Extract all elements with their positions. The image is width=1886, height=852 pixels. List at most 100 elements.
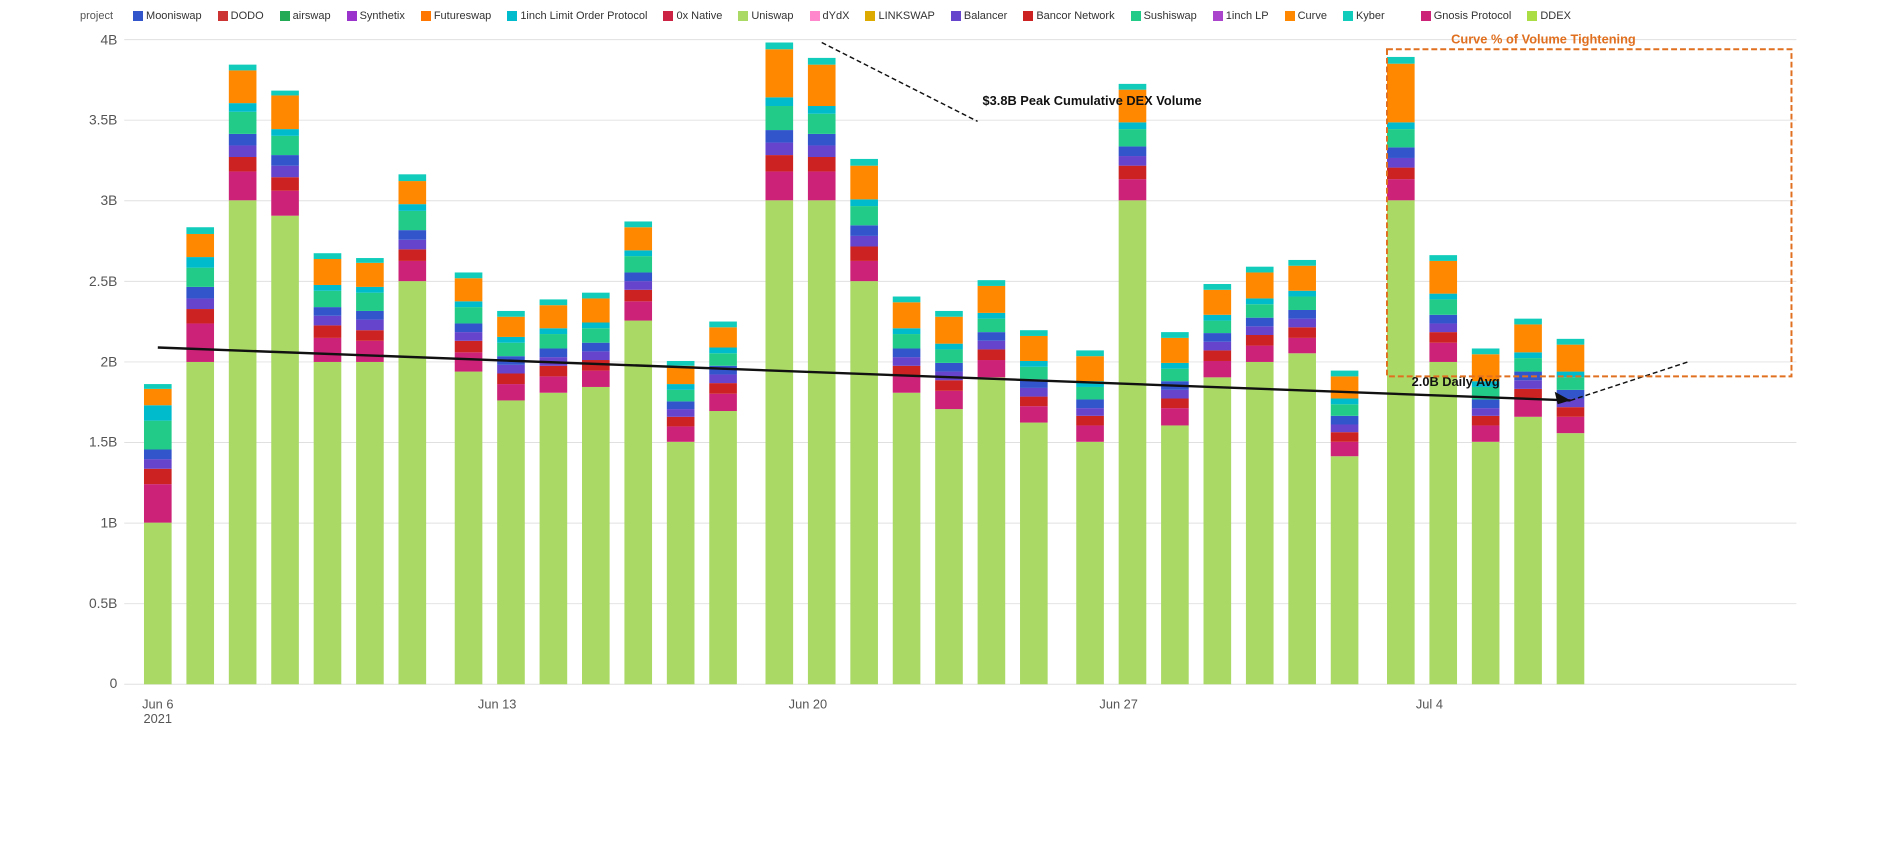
sushiswap-color: [1131, 11, 1141, 21]
curve-annotation-text: Curve % of Volume Tightening: [1451, 33, 1636, 47]
bar-19: [935, 311, 963, 684]
linkswap-color: [865, 11, 875, 21]
bar-33: [1557, 339, 1585, 684]
bar-12: [624, 221, 652, 684]
legend-sushiswap-label: Sushiswap: [1144, 10, 1197, 22]
legend-gnosis-label: Gnosis Protocol: [1434, 10, 1512, 22]
uniswap-color: [738, 11, 748, 21]
x-label-jun6: Jun 6: [142, 697, 173, 711]
legend-1inch-lp-label: 1inch LP: [1226, 10, 1269, 22]
bar-chart-svg: .grid-line { stroke: #e0e0e0; stroke-wid…: [70, 30, 1826, 742]
legend-1inch-limit-label: 1inch Limit Order Protocol: [520, 10, 647, 22]
legend-airswap-label: airswap: [293, 10, 331, 22]
bar-10: [540, 299, 568, 684]
legend-uniswap-label: Uniswap: [751, 10, 793, 22]
legend-ddex-label: DDEX: [1540, 10, 1571, 22]
bar-14: [709, 322, 737, 685]
bar-21: [1020, 330, 1048, 684]
legend-futureswap-label: Futureswap: [434, 10, 491, 22]
svg-text:3B: 3B: [100, 193, 117, 208]
x-label-jun27: Jun 27: [1099, 697, 1137, 711]
bar-26: [1246, 267, 1274, 685]
bar-15: [765, 43, 793, 685]
bar-18: [893, 297, 921, 685]
legend-dodo-label: DODO: [231, 10, 264, 22]
legend-curve-label: Curve: [1298, 10, 1327, 22]
x-label-jun13: Jun 13: [478, 697, 516, 711]
legend-linkswap-label: LINKSWAP: [878, 10, 934, 22]
legend-1inch-lp: 1inch LP: [1213, 10, 1269, 22]
gnosis-color: [1421, 11, 1431, 21]
svg-text:1.5B: 1.5B: [89, 435, 117, 450]
bar-6: [356, 258, 384, 684]
x-label-jun20: Jun 20: [789, 697, 827, 711]
legend-linkswap: LINKSWAP: [865, 10, 934, 22]
avg-annotation-line: [1570, 362, 1687, 400]
bar-29: [1387, 57, 1415, 684]
ddex-color: [1527, 11, 1537, 21]
1inch-lp-color: [1213, 11, 1223, 21]
legend-futureswap: Futureswap: [421, 10, 491, 22]
legend-ddex: DDEX: [1527, 10, 1571, 22]
bar-32: [1514, 319, 1542, 685]
legend-synthetix-label: Synthetix: [360, 10, 405, 22]
svg-text:2.5B: 2.5B: [89, 274, 117, 289]
bar-20: [978, 280, 1006, 684]
svg-text:1B: 1B: [100, 516, 117, 531]
legend-1inch-limit: 1inch Limit Order Protocol: [507, 10, 647, 22]
bar-11: [582, 293, 610, 685]
bar-1: [144, 384, 172, 684]
legend-curve: Curve: [1285, 10, 1327, 22]
svg-text:4B: 4B: [100, 33, 117, 48]
legend-dydx: dYdX: [810, 10, 850, 22]
legend-bancor: Bancor Network: [1023, 10, 1114, 22]
legend-mooniswap-label: Mooniswap: [146, 10, 202, 22]
1inch-limit-color: [507, 11, 517, 21]
bar-7: [399, 174, 427, 684]
bar-28: [1331, 371, 1359, 685]
legend-project-label: project: [80, 10, 113, 22]
bar-4: [271, 91, 299, 685]
bancor-color: [1023, 11, 1033, 21]
synthetix-color: [347, 11, 357, 21]
legend-bancor-label: Bancor Network: [1036, 10, 1114, 22]
svg-text:0: 0: [110, 676, 118, 691]
curve-color: [1285, 11, 1295, 21]
airswap-color: [280, 11, 290, 21]
mooniswap-color: [133, 11, 143, 21]
chart-container: project Mooniswap DODO airswap Synthetix…: [0, 0, 1886, 852]
peak-annotation-line: [822, 43, 978, 122]
legend-0x: 0x Native: [663, 10, 722, 22]
bar-17: [850, 159, 878, 684]
legend-0x-label: 0x Native: [676, 10, 722, 22]
kyber-color: [1343, 11, 1353, 21]
bar-2: [186, 227, 214, 684]
bar-31: [1472, 348, 1500, 684]
legend-mooniswap: Mooniswap: [133, 10, 202, 22]
bar-30: [1429, 255, 1457, 684]
bar-3: [229, 65, 257, 685]
legend-dydx-label: dYdX: [823, 10, 850, 22]
legend-uniswap: Uniswap: [738, 10, 793, 22]
bar-5: [314, 253, 342, 684]
x-label-jul4: Jul 4: [1416, 697, 1443, 711]
balancer-color: [951, 11, 961, 21]
bar-27: [1288, 260, 1316, 684]
chart-area: .grid-line { stroke: #e0e0e0; stroke-wid…: [70, 30, 1826, 742]
legend-airswap: airswap: [280, 10, 331, 22]
legend-kyber-label: Kyber: [1356, 10, 1385, 22]
peak-annotation-text: $3.8B Peak Cumulative DEX Volume: [983, 94, 1202, 108]
legend-kyber: Kyber: [1343, 10, 1385, 22]
bar-13: [667, 361, 695, 684]
bar-8: [455, 272, 483, 684]
0x-color: [663, 11, 673, 21]
legend-synthetix: Synthetix: [347, 10, 405, 22]
svg-text:3.5B: 3.5B: [89, 112, 117, 127]
bar-9: [497, 311, 525, 684]
legend-gnosis: Gnosis Protocol: [1421, 10, 1512, 22]
svg-text:0.5B: 0.5B: [89, 596, 117, 611]
legend-sushiswap: Sushiswap: [1131, 10, 1197, 22]
futureswap-color: [421, 11, 431, 21]
dydx-color: [810, 11, 820, 21]
x-label-2021: 2021: [144, 712, 173, 726]
